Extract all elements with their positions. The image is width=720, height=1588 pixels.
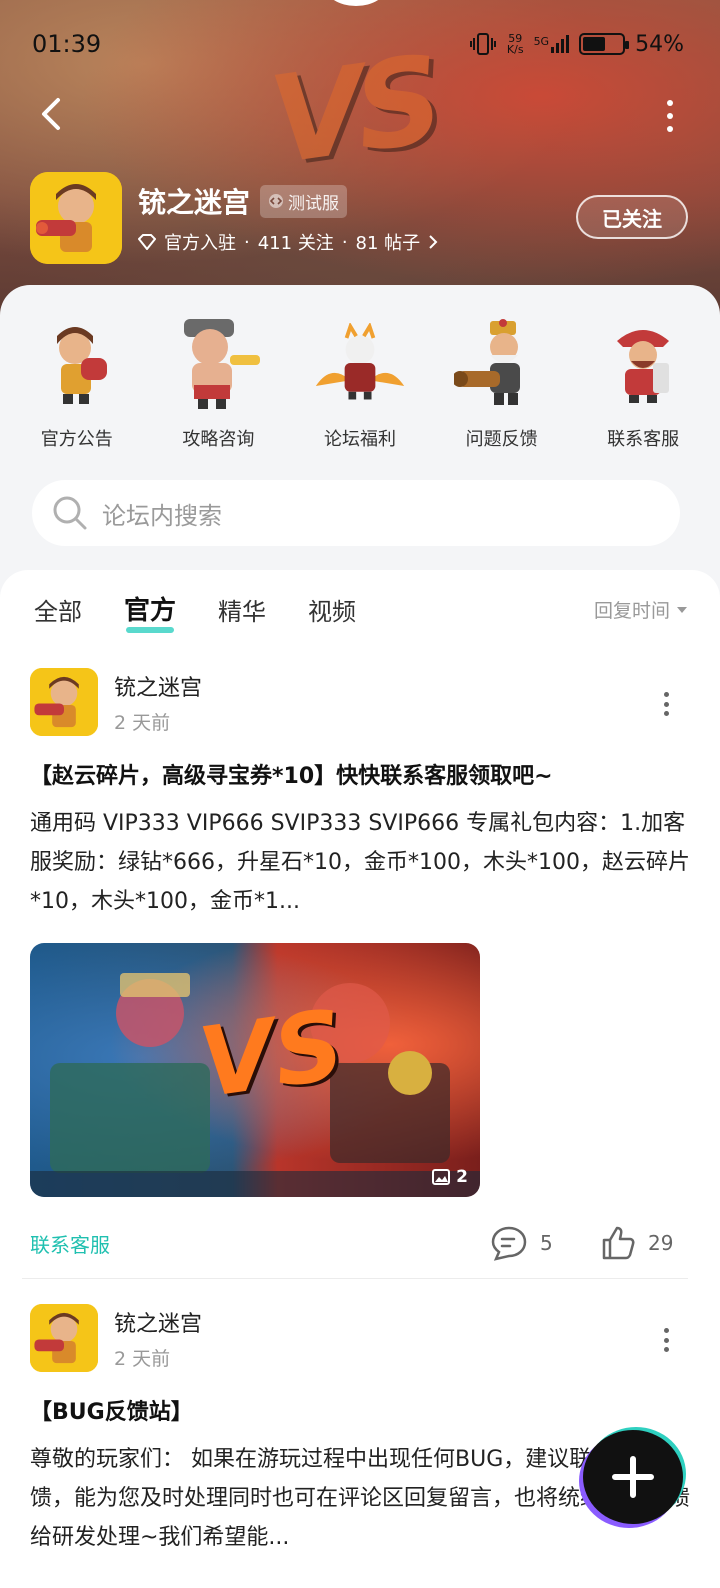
chevron-right-icon (429, 235, 438, 249)
app-title: 铳之迷宫 (138, 186, 251, 219)
avatar[interactable] (30, 668, 98, 736)
thumbs-up-icon (602, 1226, 635, 1260)
post-card[interactable]: 铳之迷宫 2 天前 【赵云碎片，高级寻宝券*10】快快联系客服领取吧~ 通用码 … (30, 668, 690, 1263)
image-vs-text: VS (192, 988, 351, 1120)
tab-featured[interactable]: 精华 (218, 592, 266, 627)
knight-icon (312, 315, 408, 411)
app-icon[interactable] (30, 172, 122, 264)
avatar[interactable] (30, 1304, 98, 1372)
image-count: 2 (432, 1167, 468, 1187)
official-label: 官方入驻 (164, 233, 236, 254)
sort-dropdown[interactable]: 回复时间 (594, 596, 688, 623)
app-info: 铳之迷宫 测试服 官方入驻 · 411 关注 · 81 帖子 (138, 181, 438, 255)
diamond-icon (138, 234, 156, 250)
quick-link-guide[interactable]: 攻略咨询 (153, 315, 283, 451)
status-indicators: 59 K/s 5G 54% (469, 32, 684, 57)
status-time: 01:39 (32, 30, 102, 58)
sort-label: 回复时间 (593, 600, 670, 622)
quick-link-label: 联系客服 (607, 429, 680, 450)
camera-notch (325, 0, 387, 6)
forum-panel: 官方公告 攻略咨询 论坛福利 问题反馈 联系客服 论坛内搜索 全部 官方 精华 … (0, 285, 720, 1588)
post-author[interactable]: 铳之迷宫 (114, 1306, 202, 1338)
battery-level (583, 37, 606, 51)
more-options-icon[interactable] (664, 100, 676, 132)
tab-video[interactable]: 视频 (308, 592, 356, 627)
vibrate-icon (469, 33, 496, 55)
battery-icon (579, 33, 630, 55)
quick-links: 官方公告 攻略咨询 论坛福利 问题反馈 联系客服 (0, 315, 720, 451)
search-placeholder: 论坛内搜索 (102, 501, 222, 530)
comment-button[interactable]: 5 (490, 1225, 553, 1261)
general-icon (595, 315, 691, 411)
signal-label: 5G (533, 35, 550, 48)
post-more-icon[interactable] (664, 692, 670, 716)
gallery-icon (432, 1169, 451, 1185)
post-more-icon[interactable] (664, 1328, 670, 1352)
post-title[interactable]: 【赵云碎片，高级寻宝券*10】快快联系客服领取吧~ (30, 758, 690, 790)
quick-link-feedback[interactable]: 问题反馈 (437, 315, 567, 451)
quick-link-benefits[interactable]: 论坛福利 (295, 315, 425, 451)
code-icon (269, 194, 284, 208)
create-post-button[interactable] (583, 1430, 683, 1524)
meta-separator: · (341, 231, 348, 253)
plus-icon (612, 1456, 654, 1498)
search-input[interactable]: 论坛内搜索 (32, 480, 680, 546)
feed-tabs: 全部 官方 精华 视频 (34, 590, 356, 633)
tab-official[interactable]: 官方 (124, 590, 176, 633)
quick-link-label: 官方公告 (40, 429, 113, 450)
follow-count: 411 关注 (257, 233, 334, 254)
post-time: 2 天前 (114, 711, 171, 734)
app-meta[interactable]: 官方入驻 · 411 关注 · 81 帖子 (138, 229, 438, 255)
game-banner: VS 01:39 59 K/s 5G 54% 铳之迷宫 测试服 官方入驻 · 4… (0, 0, 720, 320)
battery-percent: 54% (635, 31, 684, 57)
post-card[interactable]: 铳之迷宫 2 天前 【BUG反馈站】 尊敬的玩家们： 如果在游玩过程中出现任何B… (30, 1304, 690, 1557)
quick-link-label: 问题反馈 (465, 429, 538, 450)
meta-separator: · (244, 231, 250, 253)
net-speed: 59 K/s (507, 33, 524, 55)
post-time: 2 天前 (114, 1347, 171, 1370)
like-button[interactable]: 29 (600, 1225, 673, 1261)
test-server-label: 测试服 (288, 193, 340, 214)
post-count: 81 帖子 (355, 233, 421, 254)
cannoneer-icon (453, 315, 550, 411)
gunner-icon (29, 315, 125, 411)
quick-link-support[interactable]: 联系客服 (578, 315, 708, 451)
follow-button[interactable]: 已关注 (576, 195, 688, 239)
post-footer: 联系客服 5 29 (30, 1223, 690, 1263)
back-arrow-icon[interactable] (34, 96, 70, 132)
quick-link-label: 论坛福利 (323, 429, 396, 450)
status-bar: 01:39 59 K/s 5G 54% (32, 28, 684, 60)
quick-link-label: 攻略咨询 (182, 429, 255, 450)
app-header: 铳之迷宫 测试服 官方入驻 · 411 关注 · 81 帖子 (30, 172, 438, 264)
post-divider (22, 1278, 688, 1279)
post-body[interactable]: 通用码 VIP333 VIP666 SVIP333 SVIP666 专属礼包内容… (30, 804, 690, 921)
post-image[interactable]: VS 2 (30, 943, 480, 1197)
signal-icon: 5G (534, 35, 570, 53)
quick-link-announcement[interactable]: 官方公告 (12, 315, 142, 451)
comment-icon (491, 1226, 527, 1261)
comment-count: 5 (540, 1231, 553, 1255)
tab-all[interactable]: 全部 (34, 592, 82, 627)
caret-down-icon (677, 606, 687, 613)
like-count: 29 (648, 1231, 674, 1255)
net-speed-unit: K/s (506, 43, 524, 56)
search-icon (53, 496, 87, 530)
test-server-badge: 测试服 (260, 184, 348, 218)
post-tag-link[interactable]: 联系客服 (30, 1229, 110, 1258)
post-title[interactable]: 【BUG反馈站】 (30, 1394, 690, 1426)
strongman-icon (170, 315, 266, 411)
post-author[interactable]: 铳之迷宫 (114, 670, 202, 702)
image-count-value: 2 (456, 1167, 468, 1187)
